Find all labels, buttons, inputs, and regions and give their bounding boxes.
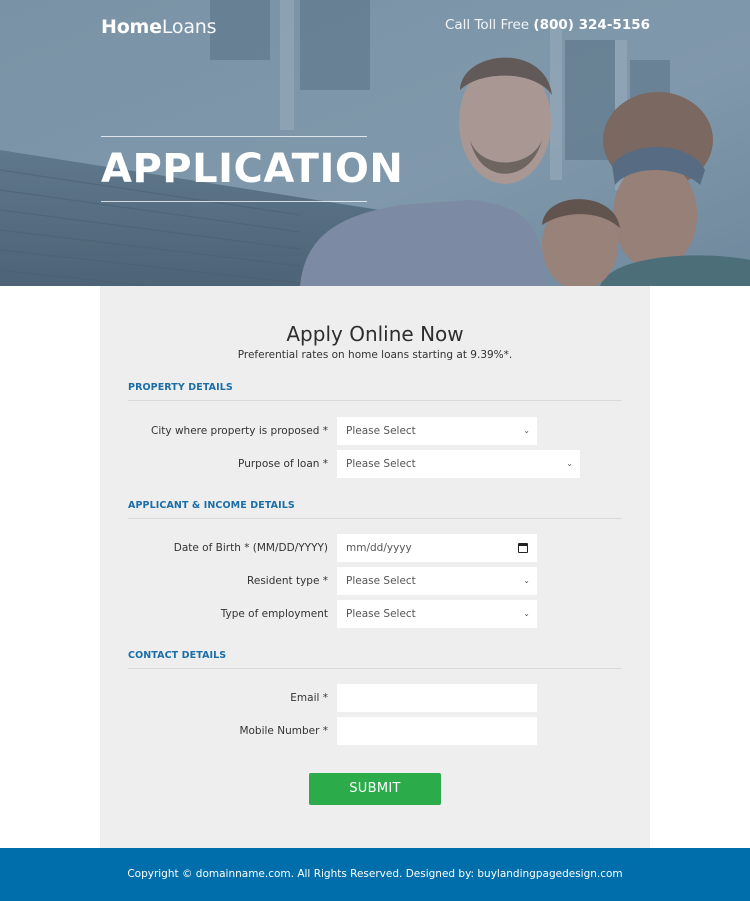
logo-bold: Home [101, 16, 162, 38]
resident-select-value: Please Select [346, 575, 416, 587]
application-form: Apply Online Now Preferential rates on h… [100, 286, 650, 848]
logo[interactable]: HomeLoans [101, 16, 217, 38]
chevron-down-icon: ⌄ [523, 426, 530, 435]
mobile-number-field[interactable] [337, 717, 537, 745]
field-row-resident: Resident type * Please Select ⌄ [100, 567, 650, 595]
field-row-dob: Date of Birth * (MM/DD/YYYY) mm/dd/yyyy [100, 534, 650, 562]
purpose-select-value: Please Select [346, 458, 416, 470]
field-row-email: Email * [100, 684, 650, 712]
mobile-label: Mobile Number * [239, 725, 328, 737]
dob-placeholder: mm/dd/yyyy [346, 542, 412, 554]
toll-free-contact: Call Toll Free (800) 324-5156 [445, 17, 650, 33]
purpose-select[interactable]: Please Select ⌄ [337, 450, 580, 478]
field-row-city: City where property is proposed * Please… [100, 417, 650, 445]
calendar-icon[interactable] [518, 543, 528, 553]
dob-input[interactable]: mm/dd/yyyy [337, 534, 537, 562]
footer: Copyright © domainname.com. All Rights R… [0, 848, 750, 901]
email-field[interactable] [337, 684, 537, 712]
form-subtitle: Preferential rates on home loans startin… [237, 349, 513, 361]
logo-light: Loans [161, 16, 217, 38]
email-label: Email * [290, 692, 328, 704]
section-heading-contact: CONTACT DETAILS [128, 650, 622, 669]
employment-select-value: Please Select [346, 608, 416, 620]
city-label: City where property is proposed * [151, 425, 328, 437]
toll-number[interactable]: (800) 324-5156 [533, 17, 650, 33]
field-row-employment: Type of employment Please Select ⌄ [100, 600, 650, 628]
chevron-down-icon: ⌄ [523, 609, 530, 618]
copyright-text: Copyright © domainname.com. All Rights R… [127, 868, 623, 880]
section-heading-applicant: APPLICANT & INCOME DETAILS [128, 500, 622, 519]
city-select-value: Please Select [346, 425, 416, 437]
employment-label: Type of employment [220, 608, 328, 620]
form-title: Apply Online Now [286, 322, 464, 346]
hero-title-block: APPLICATION [101, 136, 404, 202]
dob-label: Date of Birth * (MM/DD/YYYY) [173, 542, 328, 554]
toll-label: Call Toll Free [444, 17, 530, 33]
hero-divider-bottom [101, 201, 367, 202]
chevron-down-icon: ⌄ [566, 459, 573, 468]
section-heading-property: PROPERTY DETAILS [128, 382, 622, 401]
resident-label: Resident type * [247, 575, 328, 587]
page-title: APPLICATION [101, 146, 404, 192]
resident-select[interactable]: Please Select ⌄ [337, 567, 537, 595]
hero-banner: HomeLoans Call Toll Free (800) 324-5156 … [0, 0, 750, 286]
field-row-mobile: Mobile Number * [100, 717, 650, 745]
submit-button[interactable]: SUBMIT [309, 773, 441, 805]
employment-select[interactable]: Please Select ⌄ [337, 600, 537, 628]
chevron-down-icon: ⌄ [523, 576, 530, 585]
field-row-purpose: Purpose of loan * Please Select ⌄ [100, 450, 650, 478]
city-select[interactable]: Please Select ⌄ [337, 417, 537, 445]
purpose-label: Purpose of loan * [238, 458, 328, 470]
